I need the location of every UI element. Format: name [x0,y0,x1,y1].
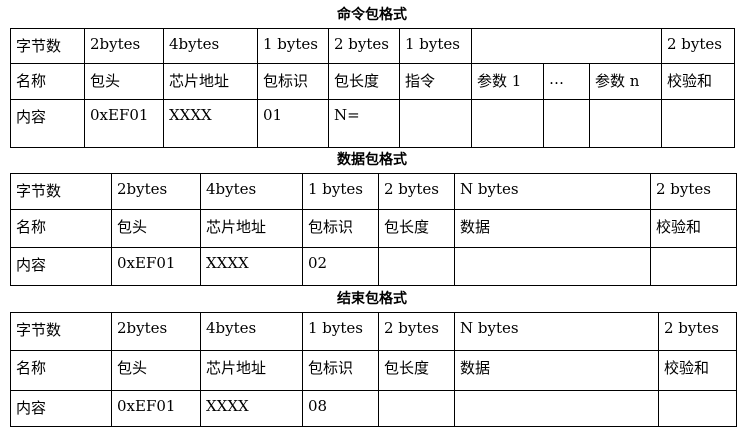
table-row: 字节数 2bytes 4bytes 1 bytes 2 bytes N byte… [10,173,737,210]
table-cell: 包标识 [257,63,329,100]
table-cell: 校验和 [658,350,737,391]
table-cell [658,390,737,427]
table-cell: 2 bytes [650,173,737,210]
data-packet-title: 数据包格式 [337,152,407,168]
table-cell: 参数 n [589,63,662,100]
command-packet-table: 字节数 2bytes 4bytes 1 bytes 2 bytes 1 byte… [10,28,735,148]
table-cell: 4bytes [200,312,303,351]
table-cell: 包标识 [302,350,379,391]
table-cell: 2 bytes [661,28,735,64]
table-cell: 校验和 [650,209,737,248]
table-cell [661,99,735,148]
table-row: 字节数 2bytes 4bytes 1 bytes 2 bytes 1 byte… [10,28,735,64]
data-packet-table: 字节数 2bytes 4bytes 1 bytes 2 bytes N byte… [10,173,737,286]
table-cell [378,247,455,286]
table-row: 内容 0xEF01 XXXX 02 [10,247,737,286]
table-cell: 01 [257,99,329,148]
table-cell: 1 bytes [257,28,329,64]
table-cell: 芯片地址 [200,350,303,391]
table-cell: 包头 [111,350,201,391]
table-cell: 数据 [454,209,651,248]
table-cell: 2 bytes [378,312,455,351]
table-cell: 校验和 [661,63,735,100]
table-cell: 字节数 [10,173,112,210]
table-cell: 包头 [111,209,201,248]
table-cell: 数据 [454,350,659,391]
table-cell: XXXX [200,390,303,427]
table-cell: 名称 [10,209,112,248]
table-cell: 包标识 [302,209,379,248]
table-cell: 2 bytes [658,312,737,351]
table-cell [650,247,737,286]
table-row: 名称 包头 芯片地址 包标识 包长度 数据 校验和 [10,350,737,391]
table-cell: 包长度 [378,350,455,391]
table-cell: 1 bytes [302,312,379,351]
table-row: 名称 包头 芯片地址 包标识 包长度 指令 参数 1 … 参数 n 校验和 [10,63,735,100]
table-cell: 包长度 [328,63,400,100]
table-cell: N bytes [454,173,651,210]
table-row: 内容 0xEF01 XXXX 01 N= [10,99,735,148]
table-cell: 内容 [10,390,112,427]
table-cell: 02 [302,247,379,286]
table-cell: 2bytes [84,28,164,64]
table-cell: 4bytes [200,173,303,210]
table-cell: 名称 [10,63,85,100]
table-cell [399,99,472,148]
table-row: 内容 0xEF01 XXXX 08 [10,390,737,427]
table-cell [543,99,590,148]
end-packet-table: 字节数 2bytes 4bytes 1 bytes 2 bytes N byte… [10,312,737,427]
table-cell: … [543,63,590,100]
command-packet-title: 命令包格式 [337,7,407,23]
table-cell: 包头 [84,63,164,100]
table-cell: 2 bytes [378,173,455,210]
table-cell: N bytes [454,312,659,351]
table-row: 字节数 2bytes 4bytes 1 bytes 2 bytes N byte… [10,312,737,351]
table-cell: 字节数 [10,312,112,351]
table-cell [454,390,659,427]
table-cell: 08 [302,390,379,427]
table-cell: 包长度 [378,209,455,248]
table-cell: 内容 [10,99,85,148]
table-cell: 2bytes [111,312,201,351]
table-cell: 2bytes [111,173,201,210]
table-cell [589,99,662,148]
end-packet-title: 结束包格式 [337,291,407,307]
table-cell [378,390,455,427]
table-cell: 指令 [399,63,472,100]
table-cell: 内容 [10,247,112,286]
table-cell: XXXX [200,247,303,286]
table-cell: 4bytes [163,28,258,64]
table-cell [471,99,544,148]
table-cell: 参数 1 [471,63,544,100]
table-cell: XXXX [163,99,258,148]
table-cell: 0xEF01 [111,247,201,286]
table-cell [454,247,651,286]
table-row: 名称 包头 芯片地址 包标识 包长度 数据 校验和 [10,209,737,248]
table-cell: 1 bytes [399,28,472,64]
table-cell: N= [328,99,400,148]
table-cell: 0xEF01 [84,99,164,148]
table-cell: 0xEF01 [111,390,201,427]
table-cell: 字节数 [10,28,85,64]
table-cell: 芯片地址 [163,63,258,100]
table-cell: 2 bytes [328,28,400,64]
table-cell: 名称 [10,350,112,391]
table-cell: 芯片地址 [200,209,303,248]
table-cell: 1 bytes [302,173,379,210]
table-cell [471,28,662,64]
